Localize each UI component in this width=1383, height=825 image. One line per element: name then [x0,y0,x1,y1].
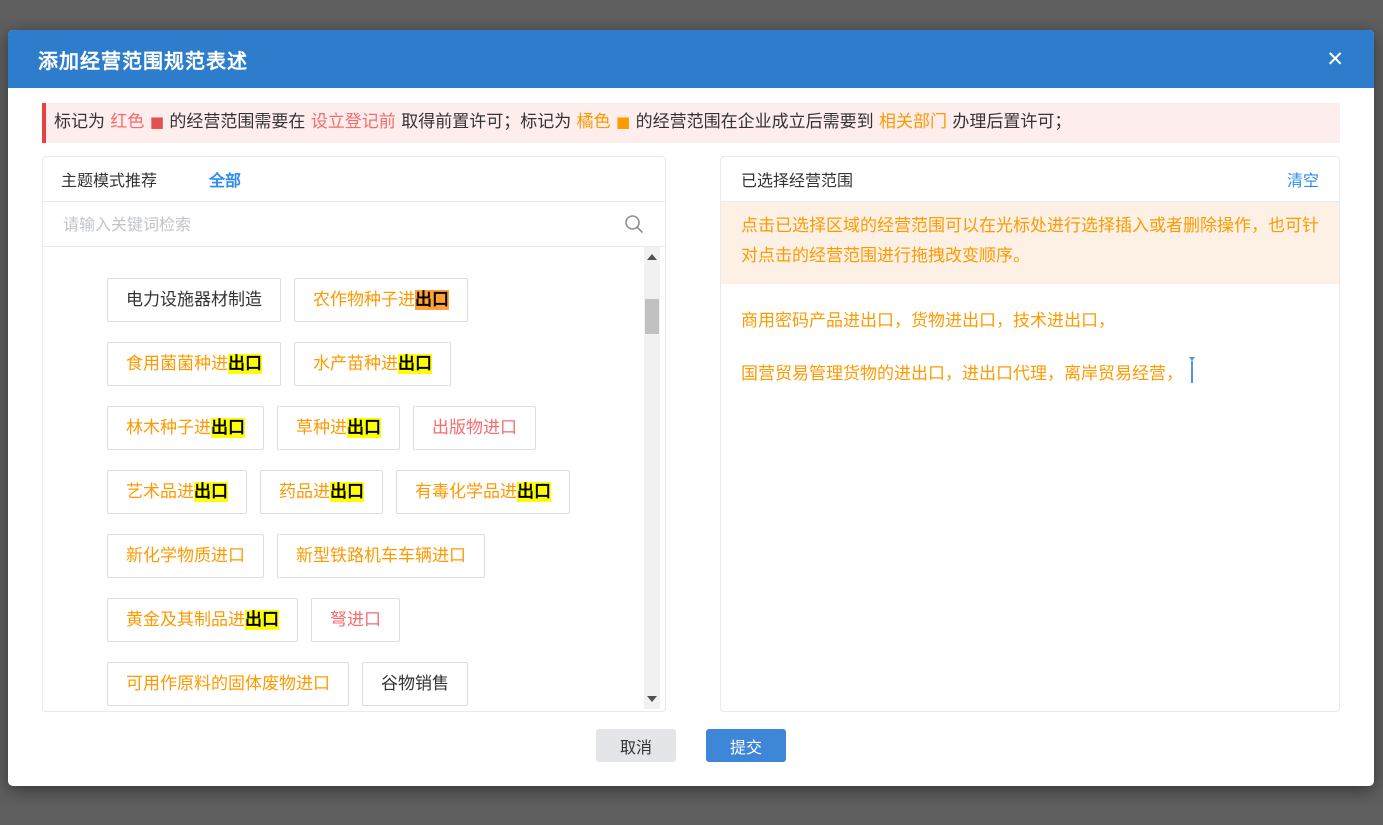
scope-tag[interactable]: 出版物进口 [413,406,536,450]
keyword-highlight: 出口 [245,610,279,630]
scope-tag[interactable]: 可用作原料的固体废物进口 [107,662,349,706]
keyword-highlight: 出口 [415,290,449,310]
keyword-highlight: 出口 [194,482,228,502]
notice-segment: 标记为 [54,112,110,132]
scope-tag[interactable]: 林木种子进出口 [107,406,264,450]
keyword-highlight: 出口 [347,418,381,438]
close-icon[interactable]: ✕ [1326,49,1344,70]
selected-scope-line[interactable]: 商用密码产品进出口，货物进出口，技术进出口， [741,308,1319,335]
keyword-highlight: 出口 [211,418,245,438]
notice-segment: 的经营范围在企业成立后需要到 [630,112,879,132]
scope-tag[interactable]: 弩进口 [311,598,400,642]
scope-tag[interactable]: 农作物种子进出口 [294,278,468,322]
modal-backdrop: { "modal": { "title": "添加经营范围规范表述", "clo… [0,0,1383,825]
scope-tag[interactable]: 水产苗种进出口 [294,342,451,386]
dialog-header: 添加经营范围规范表述 ✕ [8,30,1374,88]
scope-tag[interactable]: 食用菌菌种进出口 [107,342,281,386]
notice-segment: 相关部门 [879,112,947,132]
tag-list: 电力设施器材制造农作物种子进出口食用菌菌种进出口水产苗种进出口林木种子进出口草种… [43,247,665,711]
notice-segment: 的经营范围需要在 [164,112,311,132]
selected-panel-title: 已选择经营范围 [741,167,853,191]
scrollbar-thumb[interactable] [645,299,659,334]
scope-tag[interactable]: 新型铁路机车车辆进口 [277,534,485,578]
tag-row: 可用作原料的固体废物进口谷物销售 [107,662,625,706]
picker-tabs: 主题模式推荐 全部 [43,157,665,202]
scope-tag[interactable]: 黄金及其制品进出口 [107,598,298,642]
scrollbar-down-icon[interactable] [644,691,660,707]
drag-hint: 点击已选择区域的经营范围可以在光标处进行选择插入或者删除操作，也可针对点击的经营… [721,202,1339,284]
notice-segment: 办理后置许可； [947,112,1071,132]
notice-segment: 红色 [110,112,149,132]
keyword-search-input[interactable] [63,215,615,234]
tab-all[interactable]: 全部 [209,167,241,191]
tag-row: 艺术品进出口药品进出口有毒化学品进出口 [107,470,625,514]
add-business-scope-dialog: 添加经营范围规范表述 ✕ 标记为 红色 ■ 的经营范围需要在 设立登记前 取得前… [8,30,1374,786]
tag-row: 电力设施器材制造农作物种子进出口 [107,278,625,322]
text-cursor [1191,361,1193,383]
scope-picker-panel: 主题模式推荐 全部 电力设施器材制造农作物种子进出口食用菌菌种进出口水产苗种进出… [42,156,666,712]
scrollbar-up-icon[interactable] [644,249,660,265]
tag-row: 黄金及其制品进出口弩进口 [107,598,625,642]
submit-button[interactable]: 提交 [706,729,786,762]
keyword-highlight: 出口 [228,354,262,374]
tag-row: 食用菌菌种进出口水产苗种进出口 [107,342,625,386]
dialog-footer: 取消 提交 [42,729,1340,762]
selected-scope-panel: 已选择经营范围 清空 点击已选择区域的经营范围可以在光标处进行选择插入或者删除操… [720,156,1340,712]
scope-tag[interactable]: 新化学物质进口 [107,534,264,578]
tag-row: 新化学物质进口新型铁路机车车辆进口 [107,534,625,578]
notice-segment: ■ [150,113,164,131]
notice-segment: 取得前置许可；标记为 [396,112,577,132]
notice-segment: ■ [616,113,630,131]
scope-tag[interactable]: 药品进出口 [260,470,383,514]
notice-segment: 设立登记前 [311,112,396,132]
notice-segment: 橘色 [577,112,616,132]
scope-tag[interactable]: 电力设施器材制造 [107,278,281,322]
dialog-title: 添加经营范围规范表述 [38,45,248,74]
clear-link[interactable]: 清空 [1287,167,1319,191]
scope-tag[interactable]: 谷物销售 [362,662,468,706]
dialog-body: 标记为 红色 ■ 的经营范围需要在 设立登记前 取得前置许可；标记为 橘色 ■ … [8,88,1374,762]
cancel-button[interactable]: 取消 [596,729,676,762]
selected-panel-header: 已选择经营范围 清空 [721,157,1339,202]
selected-scope-editor[interactable]: 商用密码产品进出口，货物进出口，技术进出口， 国营贸易管理货物的进出口，进出口代理… [721,284,1339,712]
panels-row: 主题模式推荐 全部 电力设施器材制造农作物种子进出口食用菌菌种进出口水产苗种进出… [42,156,1340,712]
scope-tag[interactable]: 草种进出口 [277,406,400,450]
scope-tag[interactable]: 艺术品进出口 [107,470,247,514]
search-row [43,202,665,247]
keyword-highlight: 出口 [330,482,364,502]
keyword-highlight: 出口 [517,482,551,502]
search-icon[interactable] [623,213,645,235]
keyword-highlight: 出口 [398,354,432,374]
scope-tag[interactable]: 有毒化学品进出口 [396,470,570,514]
tag-list-scrollbar[interactable] [644,247,660,709]
tab-theme-mode[interactable]: 主题模式推荐 [61,167,157,191]
permission-notice: 标记为 红色 ■ 的经营范围需要在 设立登记前 取得前置许可；标记为 橘色 ■ … [42,103,1340,143]
tag-row: 林木种子进出口草种进出口出版物进口 [107,406,625,450]
selected-scope-line[interactable]: 国营贸易管理货物的进出口，进出口代理，离岸贸易经营， [741,361,1319,388]
